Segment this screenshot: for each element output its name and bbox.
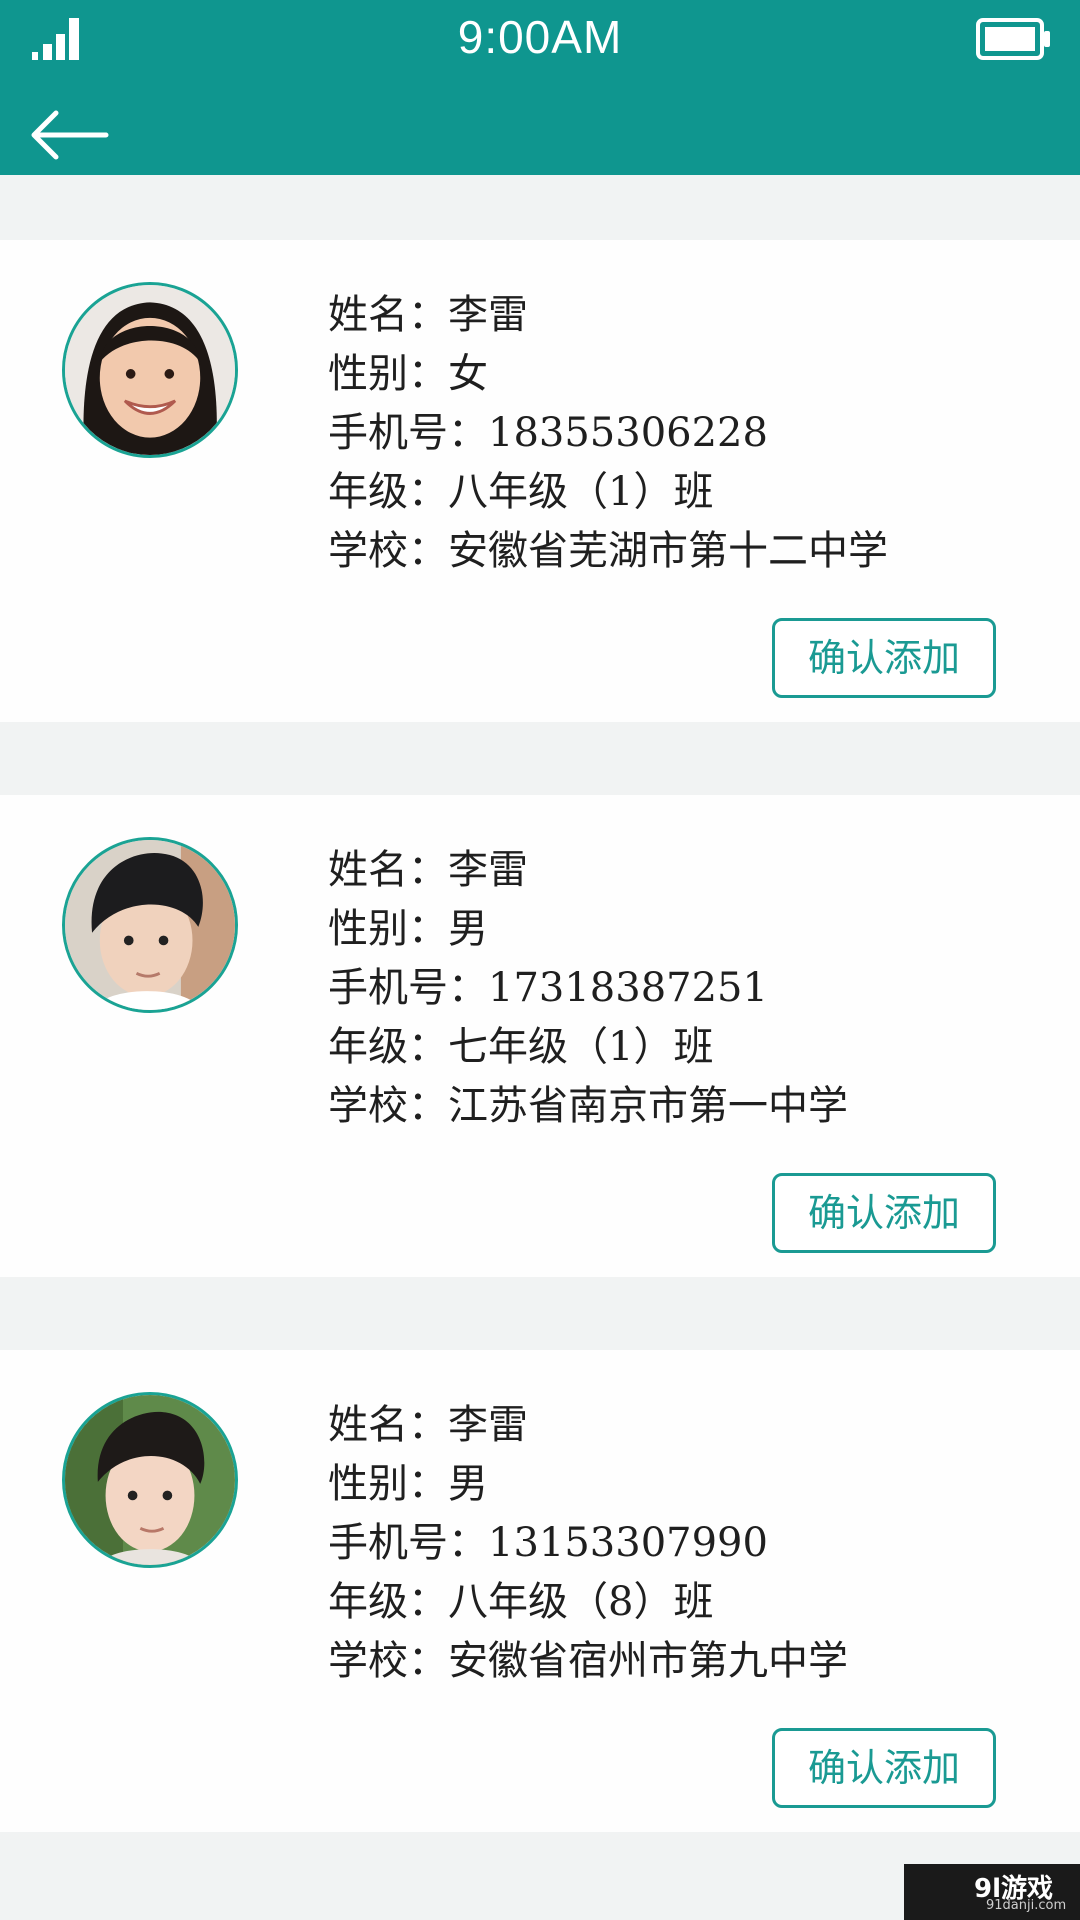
name-value: 李雷 [448, 847, 528, 893]
grade-line: 年级：八年级（8）班 [328, 1573, 848, 1632]
name-label: 姓名： [328, 1402, 448, 1448]
name-line: 姓名：李雷 [328, 841, 848, 900]
confirm-add-button[interactable]: 确认添加 [772, 1728, 996, 1808]
phone-label: 手机号： [328, 965, 488, 1011]
phone-label: 手机号： [328, 1520, 488, 1566]
grade-line: 年级：七年级（1）班 [328, 1018, 848, 1077]
gender-label: 性别： [328, 1461, 448, 1507]
school-label: 学校： [328, 1638, 448, 1684]
student-card: 姓名：李雷 性别：男 手机号：13153307990 年级：八年级（8）班 学校… [0, 1350, 1080, 1832]
phone-line: 手机号：18355306228 [328, 404, 888, 463]
school-value: 安徽省芜湖市第十二中学 [448, 528, 888, 574]
school-line: 学校：安徽省宿州市第九中学 [328, 1632, 848, 1691]
school-value: 江苏省南京市第一中学 [448, 1083, 848, 1129]
watermark-logo: 9l游戏 91danji.com [904, 1864, 1080, 1920]
app-header: 9:00AM [0, 0, 1080, 175]
gender-label: 性别： [328, 351, 448, 397]
phone-label: 手机号： [328, 410, 488, 456]
back-arrow-icon[interactable] [30, 105, 110, 165]
school-line: 学校：安徽省芜湖市第十二中学 [328, 522, 888, 581]
name-value: 李雷 [448, 1402, 528, 1448]
grade-value: 八年级（8）班 [448, 1579, 714, 1625]
student-avatar [62, 282, 238, 458]
name-label: 姓名： [328, 292, 448, 338]
name-label: 姓名： [328, 847, 448, 893]
name-value: 李雷 [448, 292, 528, 338]
school-label: 学校： [328, 1083, 448, 1129]
grade-value: 七年级（1）班 [448, 1024, 714, 1070]
confirm-add-button[interactable]: 确认添加 [772, 618, 996, 698]
student-card: 姓名：李雷 性别：女 手机号：18355306228 年级：八年级（1）班 学校… [0, 240, 1080, 722]
student-avatar [62, 837, 238, 1013]
name-line: 姓名：李雷 [328, 1396, 848, 1455]
gender-line: 性别：女 [328, 345, 888, 404]
grade-line: 年级：八年级（1）班 [328, 463, 888, 522]
grade-label: 年级： [328, 1024, 448, 1070]
gender-value: 男 [448, 906, 488, 952]
phone-line: 手机号：13153307990 [328, 1514, 848, 1573]
gender-value: 女 [448, 351, 488, 397]
gender-label: 性别： [328, 906, 448, 952]
battery-icon [976, 18, 1050, 60]
phone-line: 手机号：17318387251 [328, 959, 848, 1018]
watermark-sub: 91danji.com [986, 1898, 1067, 1913]
confirm-add-button[interactable]: 确认添加 [772, 1173, 996, 1253]
school-value: 安徽省宿州市第九中学 [448, 1638, 848, 1684]
name-line: 姓名：李雷 [328, 286, 888, 345]
gender-line: 性别：男 [328, 900, 848, 959]
student-avatar [62, 1392, 238, 1568]
school-line: 学校：江苏省南京市第一中学 [328, 1077, 848, 1136]
phone-value: 18355306228 [488, 410, 768, 456]
gender-line: 性别：男 [328, 1455, 848, 1514]
phone-value: 13153307990 [488, 1520, 768, 1566]
school-label: 学校： [328, 528, 448, 574]
phone-value: 17318387251 [488, 965, 768, 1011]
grade-label: 年级： [328, 469, 448, 515]
grade-label: 年级： [328, 1579, 448, 1625]
status-time: 9:00AM [457, 11, 623, 63]
gender-value: 男 [448, 1461, 488, 1507]
student-card: 姓名：李雷 性别：男 手机号：17318387251 年级：七年级（1）班 学校… [0, 795, 1080, 1277]
grade-value: 八年级（1）班 [448, 469, 714, 515]
